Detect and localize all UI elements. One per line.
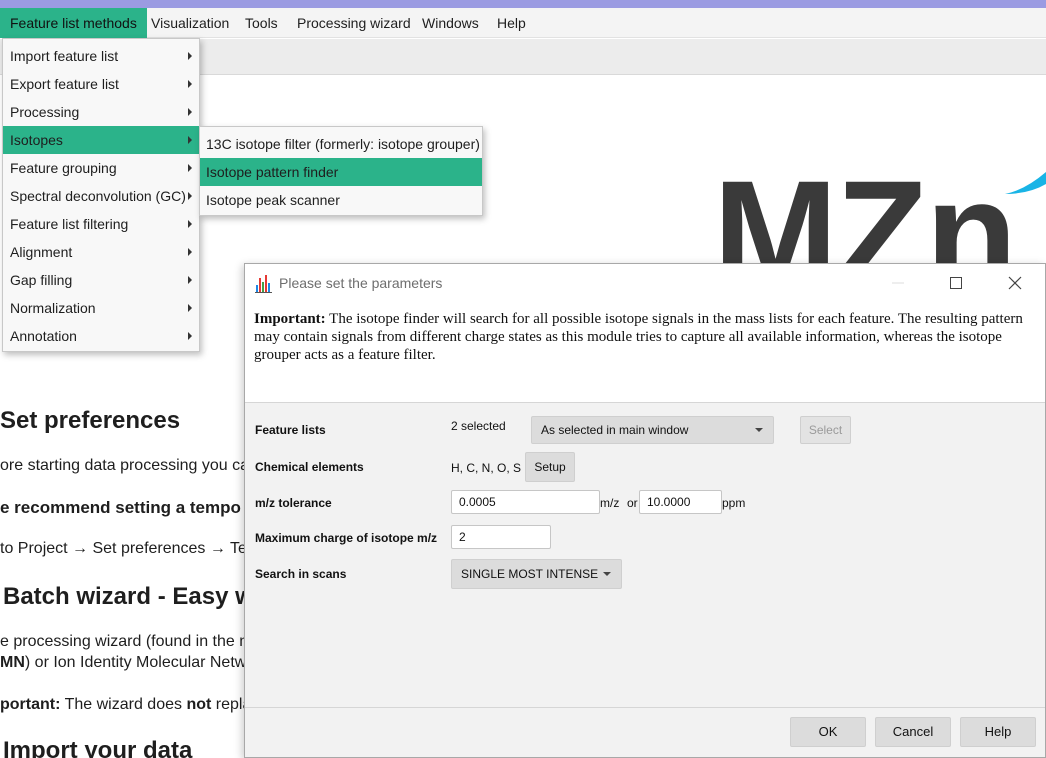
doc-instructions: to Project → Set preferences → Te — [0, 540, 247, 557]
parameters-dialog: Please set the parameters Important: The… — [244, 263, 1046, 758]
menu-item-processing[interactable]: Processing — [3, 98, 199, 126]
submenu-arrow-icon — [188, 164, 192, 172]
submenu-arrow-icon — [188, 136, 192, 144]
ppm-unit-label: ppm — [722, 496, 746, 510]
search-in-scans-selector[interactable]: SINGLE MOST INTENSE — [451, 559, 622, 589]
doc-text: The wizard does — [60, 696, 187, 713]
search-in-scans-label: Search in scans — [255, 567, 347, 581]
heading-batch-wizard: Batch wizard - Easy wo — [3, 583, 269, 610]
submenu-arrow-icon — [188, 80, 192, 88]
menu-item-label: Spectral deconvolution (GC) — [10, 188, 186, 204]
menu-windows[interactable]: Windows — [412, 8, 489, 38]
menu-processing-wizard[interactable]: Processing wizard — [287, 8, 421, 38]
menu-item-label: Alignment — [10, 244, 73, 260]
menu-tools[interactable]: Tools — [235, 8, 288, 38]
footer-divider — [245, 707, 1045, 708]
menu-item-label: Feature grouping — [10, 160, 117, 176]
close-icon[interactable] — [1004, 272, 1026, 294]
isotopes-submenu: 13C isotope filter (formerly: isotope gr… — [199, 126, 483, 216]
menu-item-feature-grouping[interactable]: Feature grouping — [3, 154, 199, 182]
menu-item-label: Gap filling — [10, 272, 73, 288]
doc-bold-text: not — [186, 696, 212, 713]
menu-item-label: Normalization — [10, 300, 96, 316]
menu-item-spectral-deconvolution[interactable]: Spectral deconvolution (GC) — [3, 182, 199, 210]
feature-lists-count: 2 selected — [451, 419, 506, 433]
ok-button[interactable]: OK — [790, 717, 866, 747]
dialog-description: Important: The isotope finder will searc… — [245, 302, 1045, 403]
feature-lists-label: Feature lists — [255, 423, 326, 437]
doc-recommendation: e recommend setting a tempo — [0, 498, 241, 517]
menu-item-isotope-pattern-finder[interactable]: Isotope pattern finder — [200, 158, 482, 186]
maximize-icon[interactable] — [945, 272, 967, 294]
doc-networking-line: MN) or Ion Identity Molecular Netw — [0, 654, 246, 672]
help-button[interactable]: Help — [960, 717, 1036, 747]
menu-item-label: Import feature list — [10, 48, 119, 64]
chemical-elements-label: Chemical elements — [255, 460, 364, 474]
menu-item-export-feature-list[interactable]: Export feature list — [3, 70, 199, 98]
submenu-arrow-icon — [188, 220, 192, 228]
doc-bold-text: portant: — [0, 696, 61, 713]
menu-item-import-feature-list[interactable]: Import feature list — [3, 42, 199, 70]
mzmine-logo: MZn — [705, 170, 1046, 270]
doc-bold-text: MN — [0, 654, 25, 671]
menu-item-gap-filling[interactable]: Gap filling — [3, 266, 199, 294]
menu-feature-list-methods[interactable]: Feature list methods — [0, 8, 147, 38]
menu-item-label: Export feature list — [10, 76, 119, 92]
submenu-arrow-icon — [188, 192, 192, 200]
submenu-arrow-icon — [188, 276, 192, 284]
mz-tolerance-label: m/z tolerance — [255, 496, 332, 510]
submenu-arrow-icon — [188, 108, 192, 116]
max-charge-field[interactable]: 2 — [451, 525, 551, 549]
description-text: The isotope finder will search for all p… — [254, 311, 1023, 363]
menu-visualization[interactable]: Visualization — [141, 8, 239, 38]
dropdown-arrow-icon — [603, 572, 611, 576]
menu-item-13c-isotope-filter[interactable]: 13C isotope filter (formerly: isotope gr… — [200, 130, 482, 158]
menu-item-label: Feature list filtering — [10, 216, 129, 232]
menu-item-feature-list-filtering[interactable]: Feature list filtering — [3, 210, 199, 238]
menu-bar: Feature list methods Visualization Tools… — [0, 8, 1046, 38]
description-important-label: Important: — [254, 311, 326, 327]
submenu-arrow-icon — [188, 332, 192, 340]
select-feature-lists-button[interactable]: Select — [800, 416, 851, 444]
logo-swoosh-icon — [1005, 172, 1046, 194]
menu-item-annotation[interactable]: Annotation — [3, 322, 199, 350]
menu-item-label: Isotopes — [10, 132, 63, 148]
menu-item-label: Processing — [10, 104, 80, 120]
feature-lists-selector[interactable]: As selected in main window — [531, 416, 774, 444]
dialog-title: Please set the parameters — [279, 275, 443, 291]
submenu-arrow-icon — [188, 248, 192, 256]
chemical-elements-value: H, C, N, O, S — [451, 461, 522, 475]
search-in-scans-value: SINGLE MOST INTENSE — [461, 567, 599, 581]
heading-import-data: Import your data — [3, 737, 193, 758]
dialog-titlebar[interactable]: Please set the parameters — [245, 264, 1045, 302]
feature-list-methods-menu: Import feature list Export feature list … — [2, 38, 200, 352]
menu-item-isotopes[interactable]: Isotopes — [3, 126, 199, 154]
cancel-button[interactable]: Cancel — [875, 717, 951, 747]
logo-text: MZn — [713, 170, 1017, 270]
menu-item-label: Annotation — [10, 328, 77, 344]
doc-important-line: portant: The wizard does not replac — [0, 696, 259, 714]
doc-paragraph: ore starting data processing you ca — [0, 457, 250, 474]
mz-unit-label: m/z — [600, 496, 620, 510]
minimize-icon[interactable] — [887, 272, 909, 294]
submenu-arrow-icon — [188, 304, 192, 312]
submenu-arrow-icon — [188, 52, 192, 60]
menu-help[interactable]: Help — [487, 8, 536, 38]
doc-wizard-description: e processing wizard (found in the m — [0, 633, 253, 650]
mz-tolerance-field[interactable]: 0.0005 — [451, 490, 600, 514]
ppm-tolerance-field[interactable]: 10.0000 — [639, 490, 722, 514]
feature-lists-selector-value: As selected in main window — [541, 423, 689, 437]
menu-item-normalization[interactable]: Normalization — [3, 294, 199, 322]
dropdown-arrow-icon — [755, 428, 763, 432]
menu-item-alignment[interactable]: Alignment — [3, 238, 199, 266]
app-chart-icon — [255, 275, 272, 293]
menu-item-isotope-peak-scanner[interactable]: Isotope peak scanner — [200, 186, 482, 214]
max-charge-label: Maximum charge of isotope m/z — [255, 531, 438, 545]
window-accent-strip — [0, 0, 1046, 8]
heading-set-preferences: Set preferences — [0, 407, 181, 434]
setup-elements-button[interactable]: Setup — [525, 452, 575, 482]
doc-text: ) or Ion Identity Molecular Netw — [24, 654, 247, 671]
or-label: or — [627, 496, 638, 510]
